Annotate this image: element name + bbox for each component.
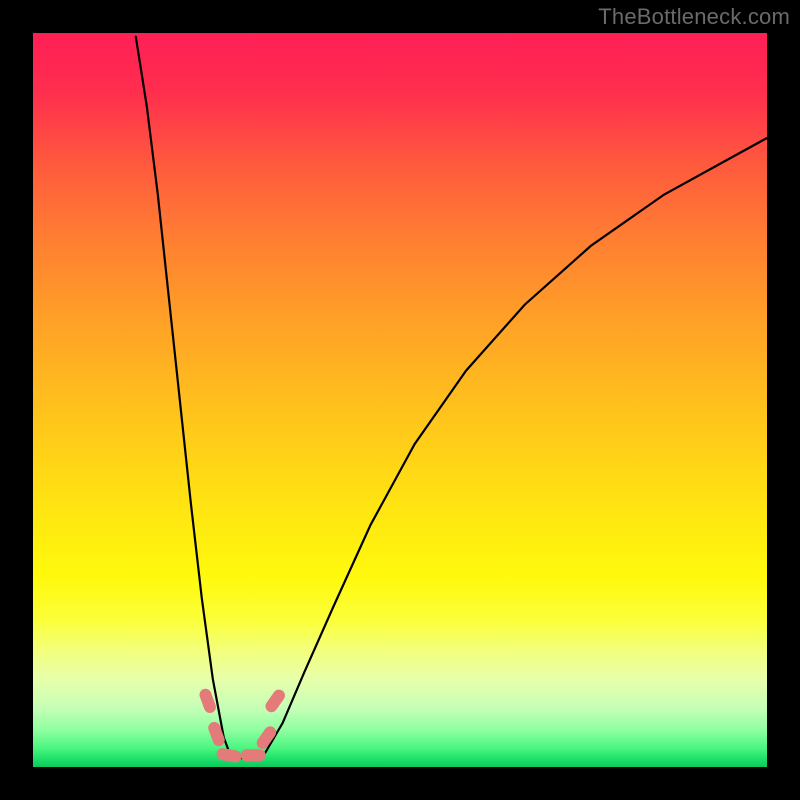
data-marker-2 [216,748,242,763]
curve-right-curve [264,138,767,755]
plot-area [33,33,767,767]
chart-frame: TheBottleneck.com [0,0,800,800]
data-marker-3 [241,750,265,761]
data-marker-5 [264,688,287,714]
curve-layer [33,33,767,767]
curve-left-curve [136,37,231,758]
watermark-text: TheBottleneck.com [598,4,790,30]
